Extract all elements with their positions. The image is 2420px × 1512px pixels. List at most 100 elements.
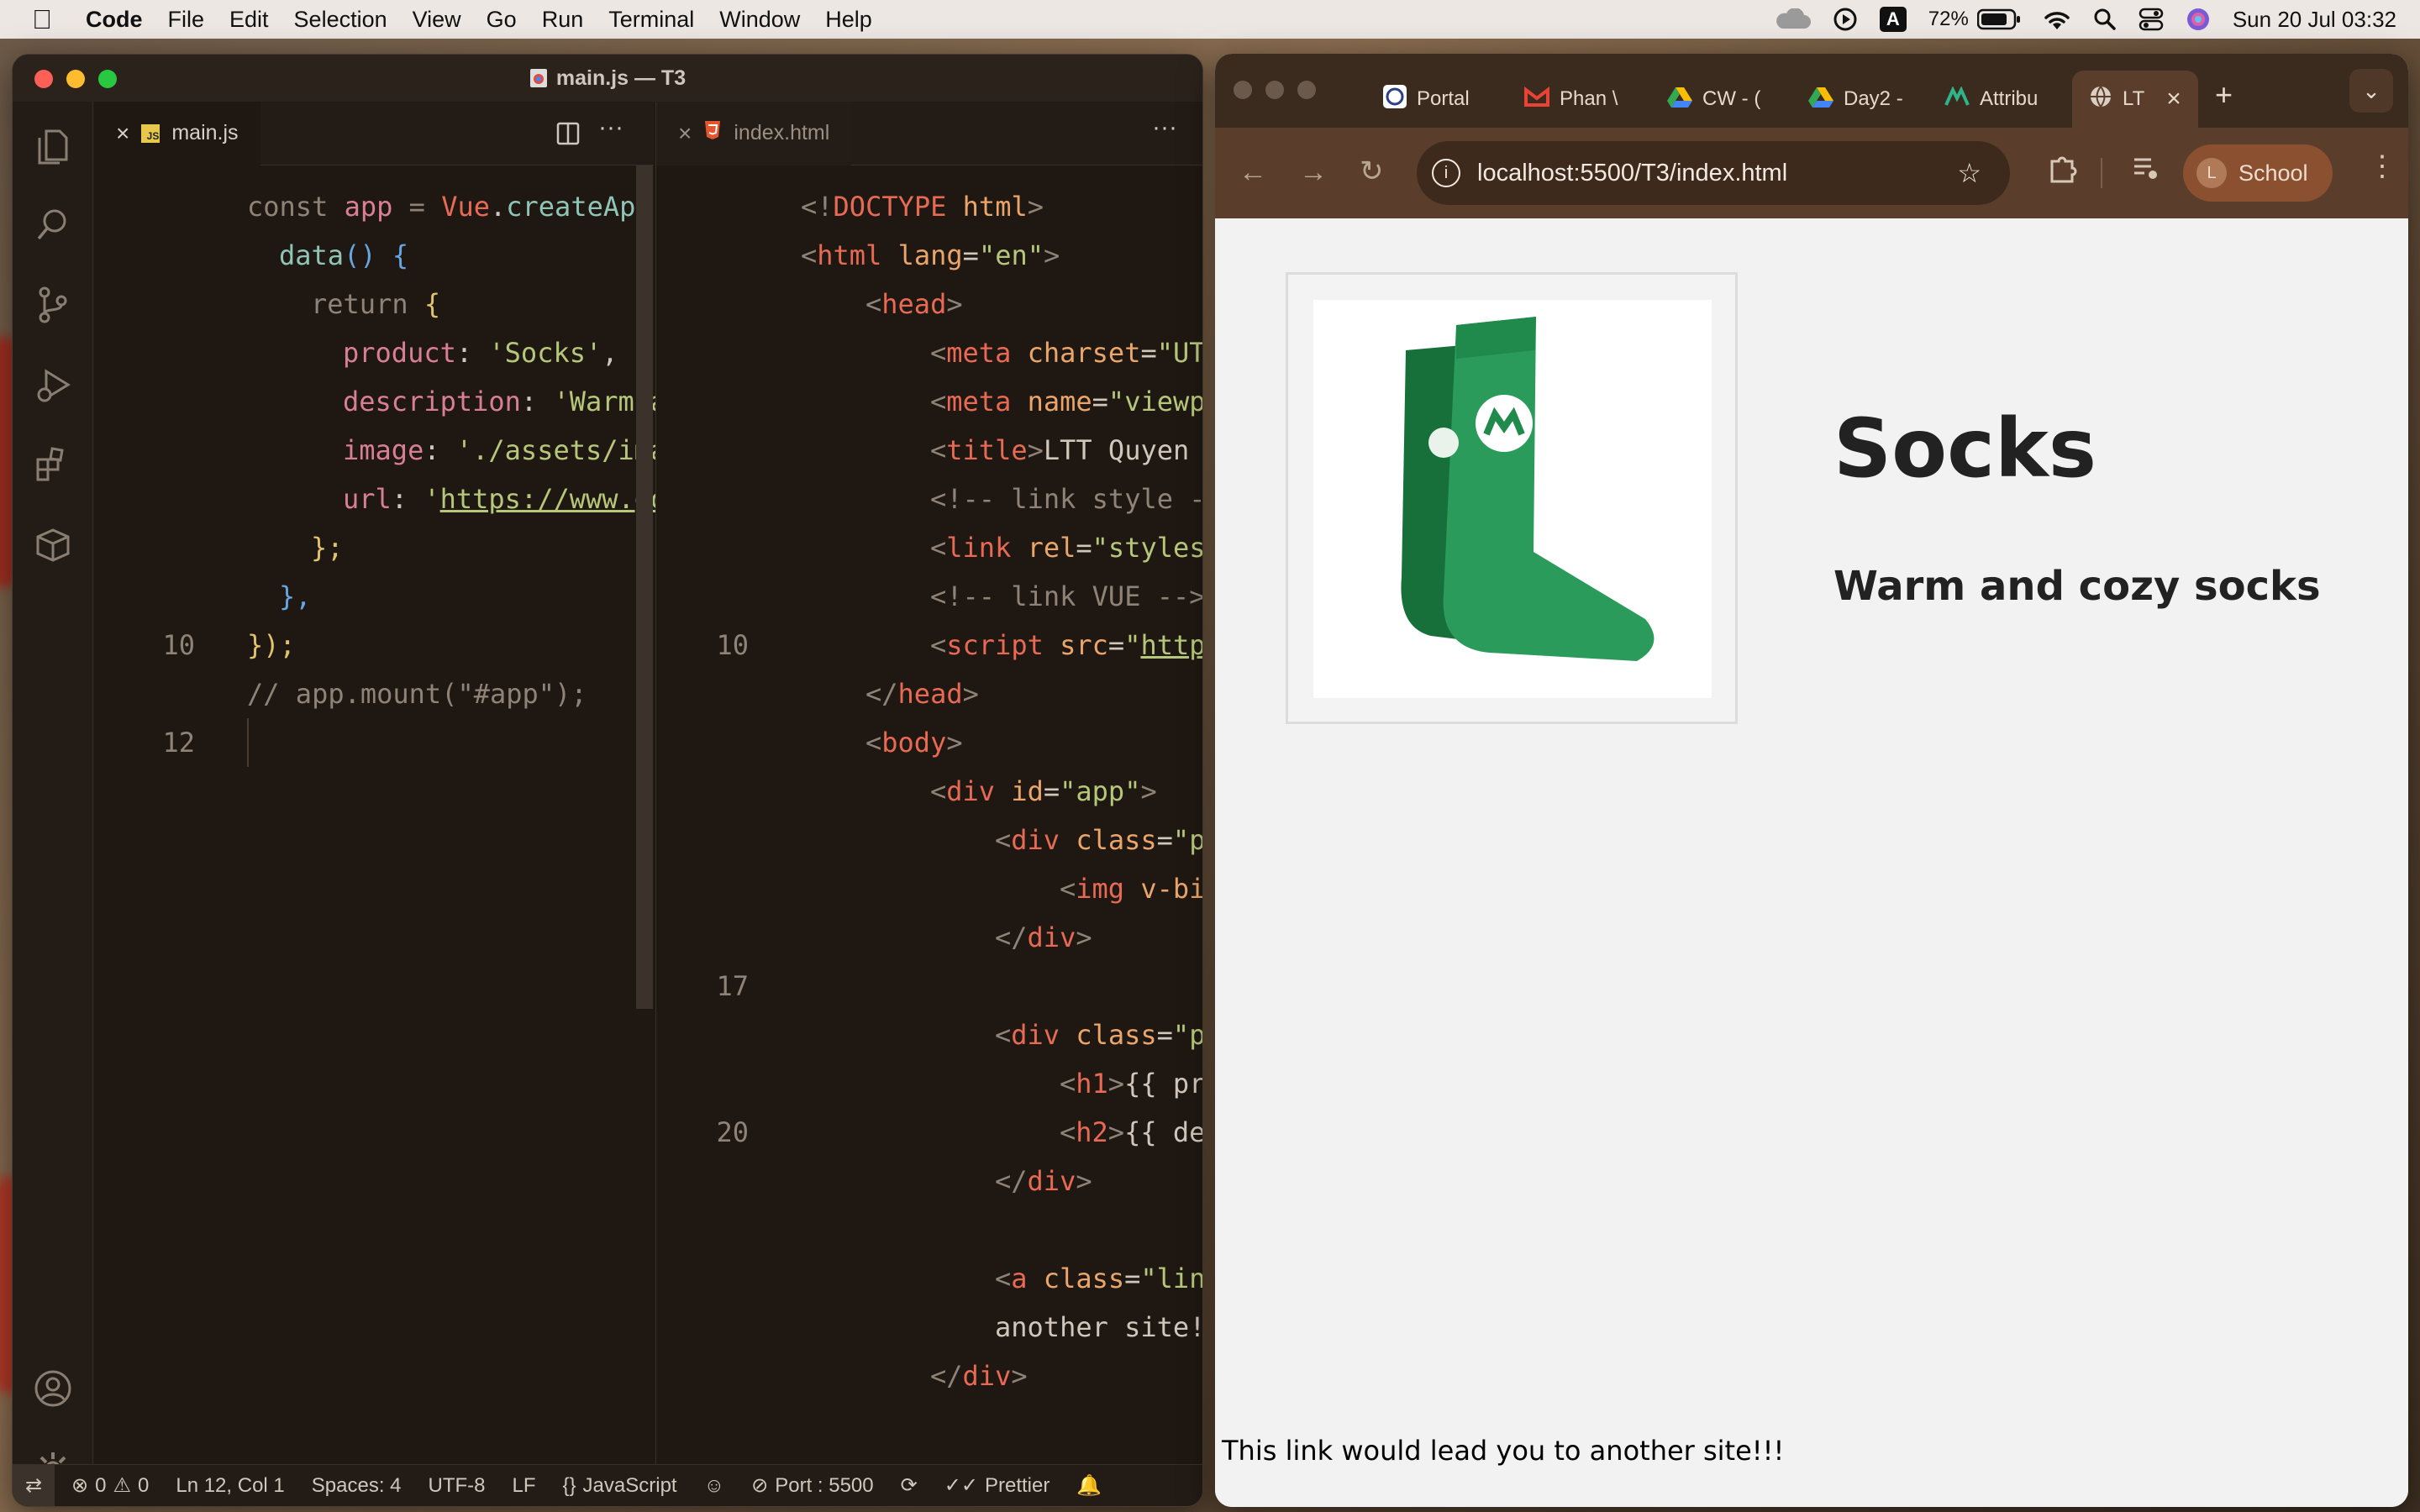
product-image[interactable] xyxy=(1313,300,1712,698)
zoom-window-button[interactable] xyxy=(1297,81,1316,99)
browser-tab[interactable]: CW - ( xyxy=(1667,71,1760,128)
copilot-icon[interactable]: ☺ xyxy=(704,1474,725,1498)
tab-index-html[interactable]: × index.html xyxy=(656,101,852,165)
browser-tabstrip: Portal Phan \ CW - ( Day2 - Attribu LT ×… xyxy=(1215,54,2408,128)
vscode-window: main.js — T3 × JS main.js ··· const app … xyxy=(12,54,1203,1507)
prettier-status[interactable]: ✓✓ Prettier xyxy=(944,1473,1050,1498)
apple-icon[interactable]:  xyxy=(32,4,52,35)
menu-item-help[interactable]: Help xyxy=(825,7,872,33)
zoom-window-button[interactable] xyxy=(98,70,117,88)
run-debug-icon[interactable] xyxy=(33,365,73,406)
browser-tab[interactable]: Day2 - xyxy=(1808,71,1903,128)
editor-tabbar: × index.html ··· xyxy=(656,101,1202,165)
code-editor[interactable]: const app = Vue.createApp( data() { retu… xyxy=(94,182,668,767)
code-editor[interactable]: <!DOCTYPE html> <html lang="en"> <head> … xyxy=(656,182,1203,1400)
problems-indicator[interactable]: ⊗ 0 ⚠ 0 xyxy=(71,1473,149,1498)
close-window-button[interactable] xyxy=(1234,81,1252,99)
product-image-frame xyxy=(1286,272,1738,724)
menu-item-terminal[interactable]: Terminal xyxy=(608,7,694,33)
back-icon[interactable]: ← xyxy=(1239,156,1267,189)
menu-item-go[interactable]: Go xyxy=(487,7,517,33)
browser-tab[interactable]: Phan \ xyxy=(1524,71,1618,128)
indentation[interactable]: Spaces: 4 xyxy=(312,1474,402,1498)
encoding[interactable]: UTF-8 xyxy=(429,1474,486,1498)
browser-tab[interactable]: Attribu xyxy=(1944,71,2038,128)
bookmark-star-icon[interactable]: ☆ xyxy=(1957,157,1981,189)
code-line: }, xyxy=(279,580,312,612)
media-queue-icon[interactable] xyxy=(2131,153,2161,187)
language-mode[interactable]: {} JavaScript xyxy=(563,1474,677,1498)
code-line: <!DOCTYPE html> xyxy=(801,191,1044,223)
remote-indicator-icon[interactable]: ⇄ xyxy=(13,1464,55,1506)
tab-label: Day2 - xyxy=(1844,87,1903,110)
line-ending[interactable]: LF xyxy=(513,1474,536,1498)
close-tab-icon[interactable]: × xyxy=(2166,85,2181,113)
battery-icon[interactable] xyxy=(1976,8,2021,30)
browser-toolbar: ← → ↻ i localhost:5500/T3/index.html ☆ L… xyxy=(1215,128,2408,218)
url-text[interactable]: localhost:5500/T3/index.html xyxy=(1477,160,1787,187)
minimize-window-button[interactable] xyxy=(66,70,85,88)
live-server-port[interactable]: ⊘ Port : 5500 xyxy=(751,1473,874,1498)
js-file-icon: JS xyxy=(141,123,160,143)
product-link[interactable]: This link would lead you to another site… xyxy=(1222,1435,1784,1467)
code-line: // app.mount("#app"); xyxy=(247,678,587,710)
menu-item-run[interactable]: Run xyxy=(542,7,584,33)
tab-label: Phan \ xyxy=(1560,87,1618,110)
product-title: Socks xyxy=(1833,402,2096,496)
code-line: image: './assets/ima xyxy=(343,434,667,466)
browser-tab[interactable]: Portal xyxy=(1383,71,1470,128)
code-line: <div class="pr xyxy=(995,1019,1202,1051)
menu-item-selection[interactable]: Selection xyxy=(294,7,387,33)
address-bar[interactable]: i localhost:5500/T3/index.html ☆ xyxy=(1417,141,2010,205)
menu-app-name[interactable]: Code xyxy=(86,7,143,33)
cursor-position[interactable]: Ln 12, Col 1 xyxy=(176,1474,284,1498)
close-tab-icon[interactable]: × xyxy=(116,120,129,147)
forward-icon[interactable]: → xyxy=(1299,156,1328,189)
cloud-icon[interactable] xyxy=(1774,8,1811,30)
more-actions-icon[interactable]: ··· xyxy=(598,113,623,142)
close-window-button[interactable] xyxy=(34,70,53,88)
drive-icon xyxy=(1667,86,1692,113)
minimize-window-button[interactable] xyxy=(1265,81,1284,99)
tab-label: Attribu xyxy=(1980,87,2039,110)
control-center-icon[interactable] xyxy=(2139,8,2164,31)
close-tab-icon[interactable]: × xyxy=(678,120,692,147)
kebab-menu-icon[interactable]: ⋮ xyxy=(2368,150,2396,183)
site-info-icon[interactable]: i xyxy=(1432,159,1460,187)
search-icon[interactable] xyxy=(2093,8,2117,31)
extensions-icon[interactable] xyxy=(33,444,73,485)
account-icon[interactable] xyxy=(33,1368,73,1409)
menu-item-view[interactable]: View xyxy=(413,7,461,33)
source-control-icon[interactable] xyxy=(33,285,73,325)
clock[interactable]: Sun 20 Jul 03:32 xyxy=(2233,7,2396,33)
input-source-icon[interactable]: A xyxy=(1879,7,1907,32)
more-actions-icon[interactable]: ··· xyxy=(1152,113,1177,142)
globe-icon xyxy=(2089,85,2112,114)
play-circle-icon[interactable] xyxy=(1833,7,1858,32)
vertical-scrollbar[interactable] xyxy=(636,165,653,1009)
notifications-bell-icon[interactable]: 🔔 xyxy=(1076,1473,1102,1498)
braces-icon: {} xyxy=(562,1473,576,1497)
code-line: </div> xyxy=(995,1165,1092,1197)
menu-item-edit[interactable]: Edit xyxy=(229,7,269,33)
error-count: 0 xyxy=(95,1473,107,1497)
menu-item-window[interactable]: Window xyxy=(719,7,800,33)
reload-icon[interactable]: ↻ xyxy=(1360,155,1384,188)
explorer-icon[interactable] xyxy=(33,127,73,167)
menu-item-file[interactable]: File xyxy=(168,7,205,33)
siri-icon[interactable] xyxy=(2186,7,2211,32)
profile-chip[interactable]: L School xyxy=(2183,144,2333,202)
tab-search-icon[interactable]: ⌄ xyxy=(2349,69,2393,113)
browser-tab-active[interactable]: LT × xyxy=(2072,71,2198,128)
code-line: <link rel="styles xyxy=(930,532,1203,564)
new-tab-icon[interactable]: + xyxy=(2215,77,2233,113)
warning-count: 0 xyxy=(137,1473,150,1497)
search-icon[interactable] xyxy=(33,204,73,244)
code-line: <body> xyxy=(865,727,963,759)
wifi-icon[interactable] xyxy=(2043,8,2071,31)
tab-main-js[interactable]: × JS main.js xyxy=(94,101,260,165)
package-icon[interactable] xyxy=(33,525,73,565)
extensions-puzzle-icon[interactable] xyxy=(2047,151,2081,189)
sync-icon[interactable]: ⟳ xyxy=(901,1473,918,1498)
split-editor-icon[interactable] xyxy=(556,122,580,150)
